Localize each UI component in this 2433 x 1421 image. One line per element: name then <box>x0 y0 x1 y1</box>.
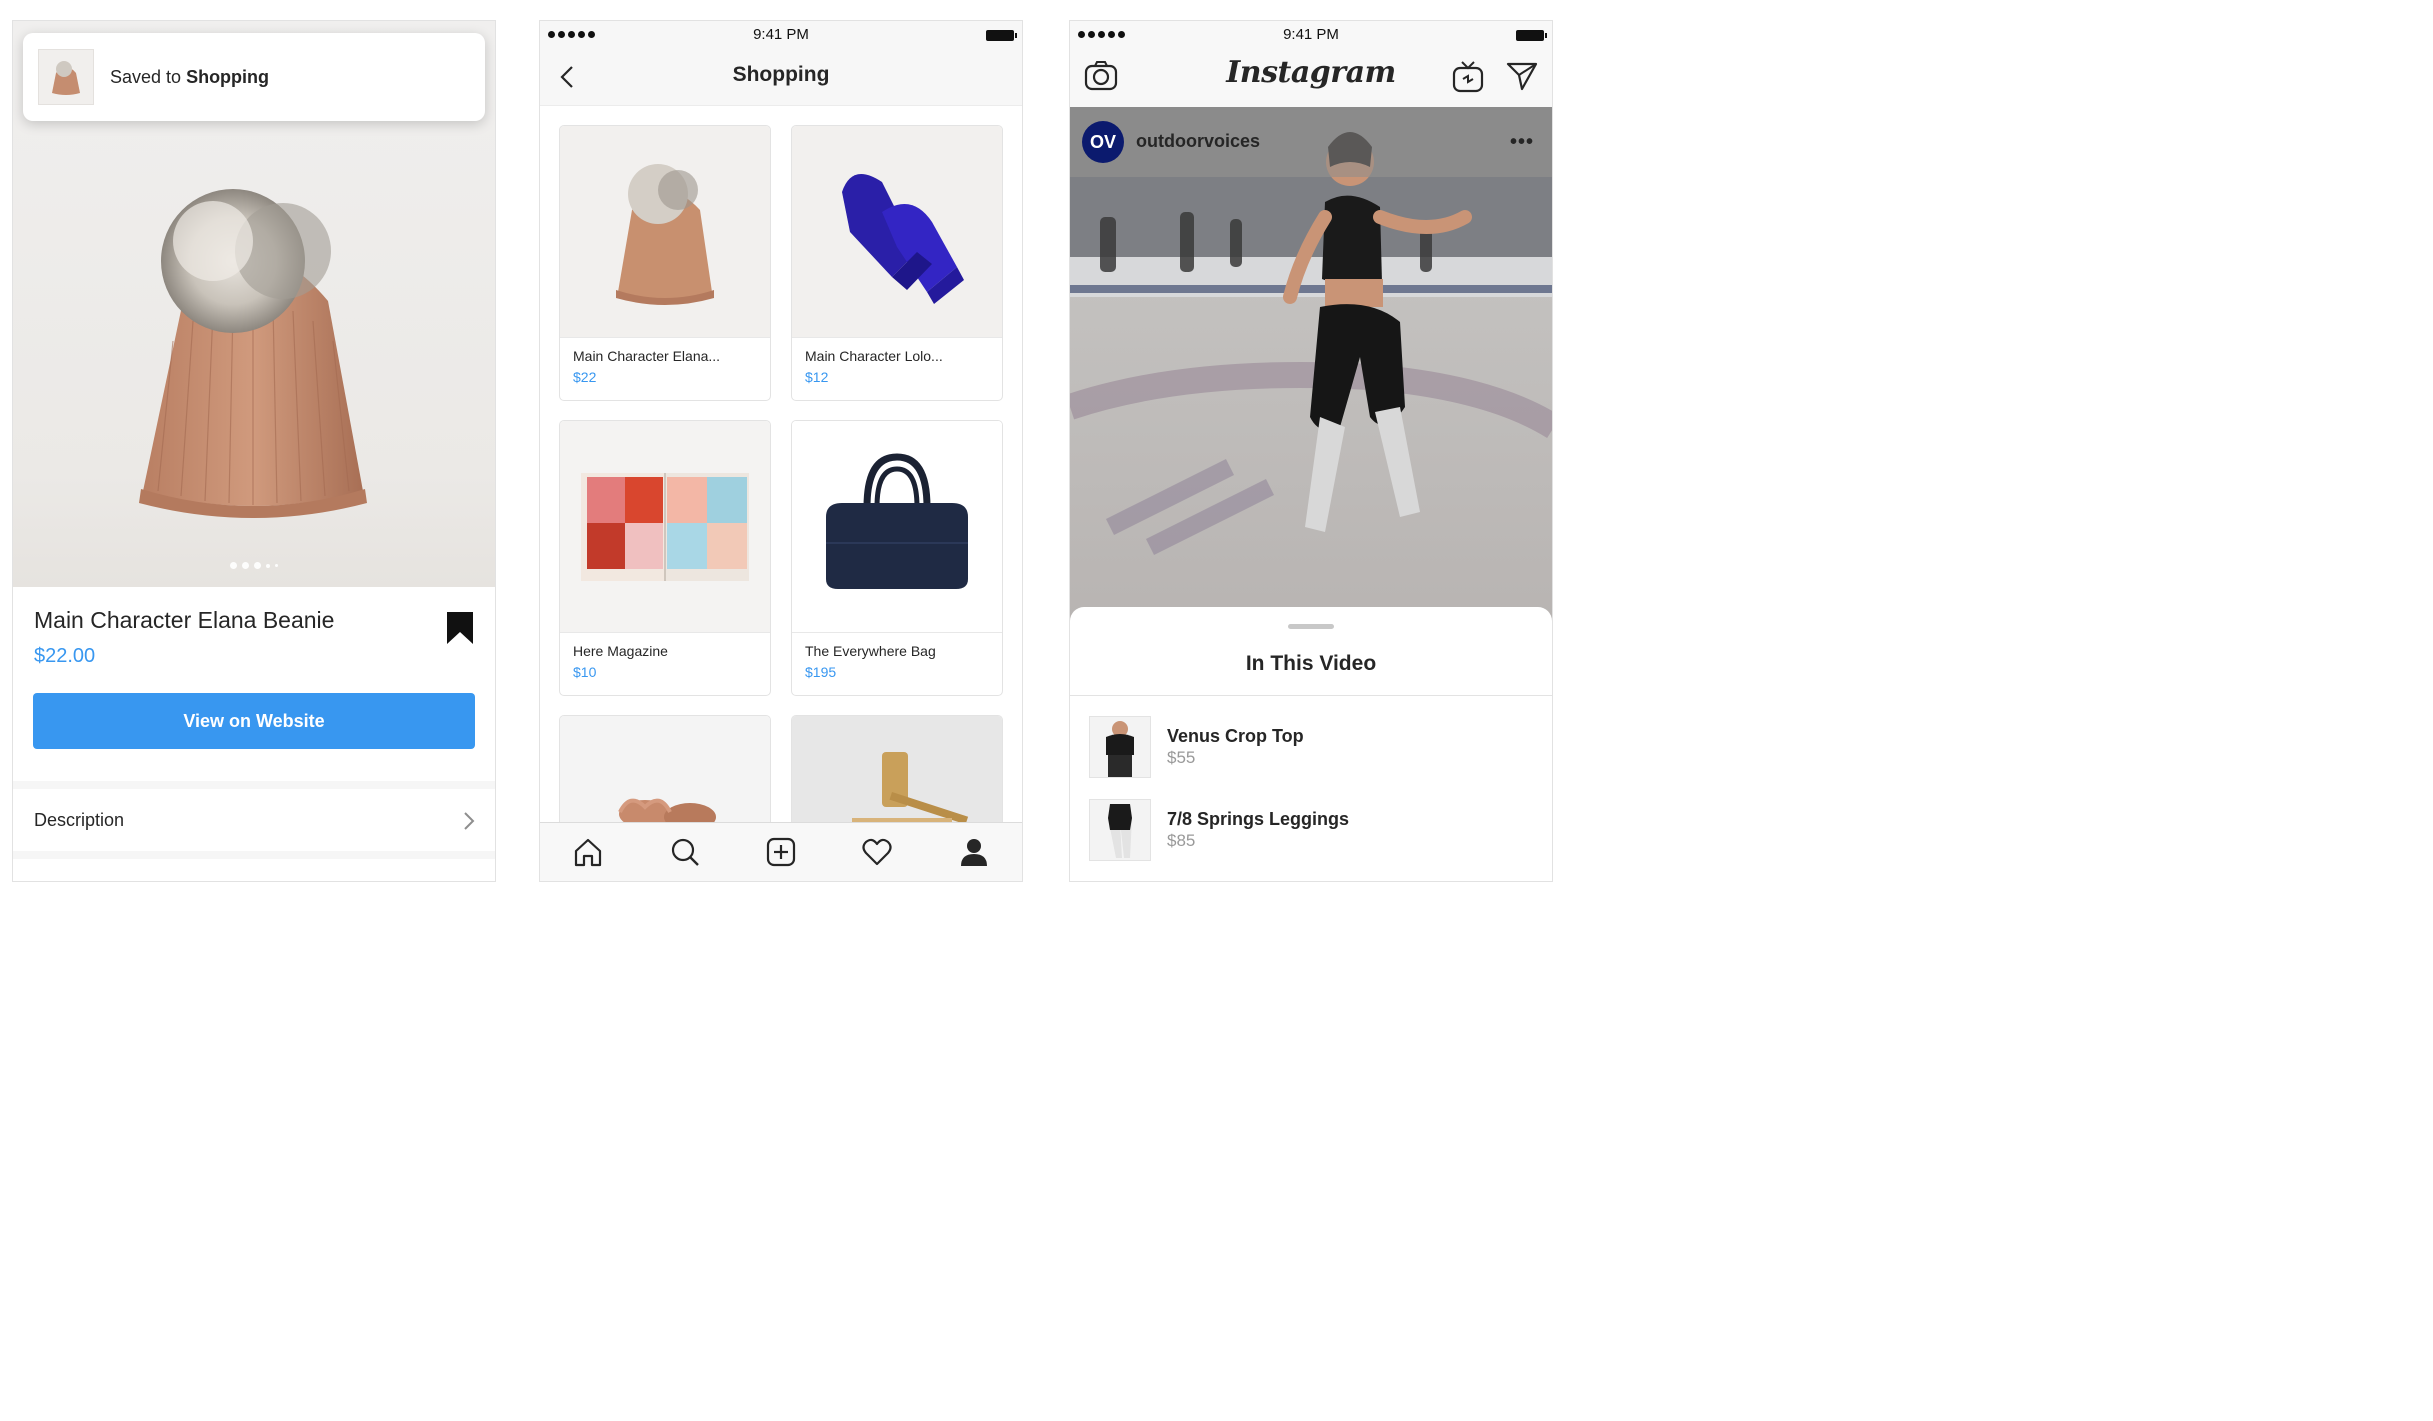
app-header: 9:41 PM Instagram <box>1070 21 1552 108</box>
video-product-item[interactable]: Venus Crop Top $55 <box>1089 716 1529 780</box>
product-card[interactable]: The Everywhere Bag $195 <box>791 420 1003 696</box>
mittens-image <box>842 173 964 304</box>
bookmark-icon[interactable] <box>446 611 474 645</box>
product-card[interactable] <box>559 715 771 823</box>
product-name: Main Character Lolo... <box>805 348 943 364</box>
battery-icon <box>986 30 1017 41</box>
product-price: $85 <box>1167 831 1196 850</box>
sheet-grab-handle[interactable] <box>1288 624 1334 629</box>
divider <box>13 851 495 859</box>
product-thumbnail <box>792 716 1002 823</box>
product-name: 7/8 Springs Leggings <box>1167 809 1350 829</box>
magazine-image <box>581 472 749 581</box>
heart-icon[interactable] <box>861 836 893 868</box>
saved-to-collection-toast[interactable]: Saved to Shopping <box>23 33 485 121</box>
divider <box>13 781 495 789</box>
gavel-image <box>852 751 969 823</box>
direct-message-icon[interactable] <box>1506 61 1538 91</box>
product-thumbnail <box>560 716 770 823</box>
toast-collection-name[interactable]: Shopping <box>186 67 269 87</box>
slippers-image <box>618 798 716 823</box>
product-thumbnail <box>1089 716 1151 778</box>
view-on-website-button[interactable]: View on Website <box>33 693 475 749</box>
description-row[interactable]: Description <box>13 789 495 851</box>
shopping-collection-screen: 9:41 PM Shopping Main Character Elana...… <box>539 20 1023 882</box>
product-thumbnail <box>1089 799 1151 861</box>
product-thumbnail <box>792 421 1002 633</box>
divider <box>1070 695 1552 696</box>
products-sheet: In This Video Venus Crop Top $55 7/8 Spr… <box>1070 607 1552 881</box>
product-name: Main Character Elana... <box>573 348 721 364</box>
product-title: Main Character Elana Beanie <box>34 607 335 633</box>
new-post-icon[interactable] <box>765 836 797 868</box>
video-shopping-screen: 9:41 PM Instagram OV outdoorvoices ••• I… <box>1069 20 1553 882</box>
carousel-page-indicator <box>13 562 495 569</box>
product-grid: Main Character Elana... $22 Main Charact… <box>540 125 1022 823</box>
navigation-bar: 9:41 PM Shopping <box>540 21 1022 106</box>
status-bar: 9:41 PM <box>1070 21 1552 49</box>
product-card[interactable]: Main Character Elana... $22 <box>559 125 771 401</box>
product-thumbnail <box>792 126 1002 338</box>
product-thumbnail <box>560 126 770 338</box>
toast-message: Saved to Shopping <box>110 66 270 87</box>
product-card[interactable]: Here Magazine $10 <box>559 420 771 696</box>
beanie-image <box>139 189 367 518</box>
product-price: $10 <box>573 664 597 680</box>
video-product-item[interactable]: 7/8 Springs Leggings $85 <box>1089 799 1529 863</box>
status-time: 9:41 PM <box>753 26 809 43</box>
leggings-image <box>1108 804 1132 858</box>
status-time: 9:41 PM <box>1283 26 1339 43</box>
product-price: $22.00 <box>34 645 96 667</box>
chevron-right-icon <box>464 812 475 830</box>
more-options-icon[interactable]: ••• <box>1510 131 1534 154</box>
post-header: OV outdoorvoices ••• <box>1070 107 1552 177</box>
toast-thumbnail <box>38 49 94 105</box>
home-icon[interactable] <box>572 836 604 868</box>
profile-icon[interactable] <box>958 836 990 868</box>
battery-icon <box>1516 30 1547 41</box>
product-name: Here Magazine <box>573 643 668 659</box>
search-icon[interactable] <box>669 836 701 868</box>
duffel-bag-image <box>826 452 968 589</box>
product-detail-screen: Saved to Shopping Main Character Elana B… <box>12 20 496 882</box>
username-link[interactable]: outdoorvoices <box>1136 131 1260 152</box>
product-card[interactable] <box>791 715 1003 823</box>
avatar[interactable]: OV <box>1082 121 1124 163</box>
product-price: $12 <box>805 369 829 385</box>
product-name: Venus Crop Top <box>1167 726 1304 746</box>
skater-video-frame <box>1070 107 1552 627</box>
crop-top-image <box>1106 721 1134 777</box>
product-price: $22 <box>573 369 597 385</box>
product-price: $55 <box>1167 748 1196 767</box>
tab-bar <box>540 822 1022 881</box>
igtv-icon[interactable] <box>1452 61 1484 93</box>
product-price: $195 <box>805 664 837 680</box>
beanie-image <box>616 163 714 305</box>
sheet-title: In This Video <box>1245 652 1377 675</box>
status-bar: 9:41 PM <box>540 21 1022 49</box>
product-thumbnail <box>560 421 770 633</box>
product-name: The Everywhere Bag <box>805 643 936 659</box>
description-label: Description <box>34 809 125 830</box>
video-player[interactable] <box>1070 107 1552 627</box>
page-title: Shopping <box>732 63 830 86</box>
product-card[interactable]: Main Character Lolo... $12 <box>791 125 1003 401</box>
